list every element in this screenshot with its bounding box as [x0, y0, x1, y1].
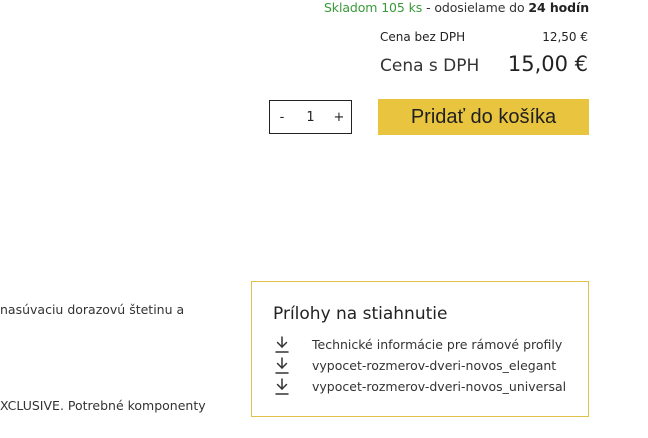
quantity-stepper: - 1 + [269, 100, 352, 134]
attachment-label: Technické informácie pre rámové profily [312, 337, 563, 352]
price-with-vat-value: 15,00 € [507, 52, 588, 76]
add-to-cart-button[interactable]: Pridať do košíka [378, 99, 589, 135]
shipping-label: odosielame do [434, 0, 529, 15]
stock-status: Skladom 105 ks [323, 0, 423, 15]
attachment-link[interactable]: vypocet-rozmerov-dveri-novos_universal [274, 376, 566, 397]
description-text-line: nasúvaciu dorazovú štetinu a [0, 302, 185, 317]
shipping-time: 24 hodín [528, 0, 589, 15]
download-icon [274, 377, 290, 396]
quantity-decrement-button[interactable]: - [270, 110, 294, 125]
availability-info: Skladom 105 ks - odosielame do 24 hodín [324, 0, 589, 15]
attachment-link[interactable]: vypocet-rozmerov-dveri-novos_elegant [274, 355, 566, 376]
download-icon [274, 356, 290, 375]
quantity-input[interactable]: 1 [294, 110, 327, 125]
price-without-vat-label: Cena bez DPH [380, 30, 466, 44]
availability-separator: - [422, 0, 435, 15]
attachments-panel: Prílohy na stiahnutie Technické informác… [251, 281, 589, 417]
quantity-increment-button[interactable]: + [327, 110, 351, 125]
attachment-link[interactable]: Technické informácie pre rámové profily [274, 334, 566, 355]
price-with-vat: Cena s DPH 15,00 € [380, 52, 588, 76]
price-without-vat: Cena bez DPH 12,50 € [380, 30, 588, 44]
attachment-label: vypocet-rozmerov-dveri-novos_universal [312, 379, 567, 394]
product-detail-page: Skladom 105 ks - odosielame do 24 hodín … [0, 0, 648, 438]
attachments-list: Technické informácie pre rámové profily … [274, 334, 566, 397]
price-with-vat-label: Cena s DPH [380, 56, 480, 76]
attachments-title: Prílohy na stiahnutie [273, 304, 448, 324]
download-icon [274, 335, 290, 354]
price-without-vat-value: 12,50 € [542, 30, 588, 44]
description-text-line: XCLUSIVE. Potrebné komponenty [0, 398, 206, 413]
attachment-label: vypocet-rozmerov-dveri-novos_elegant [312, 358, 557, 373]
